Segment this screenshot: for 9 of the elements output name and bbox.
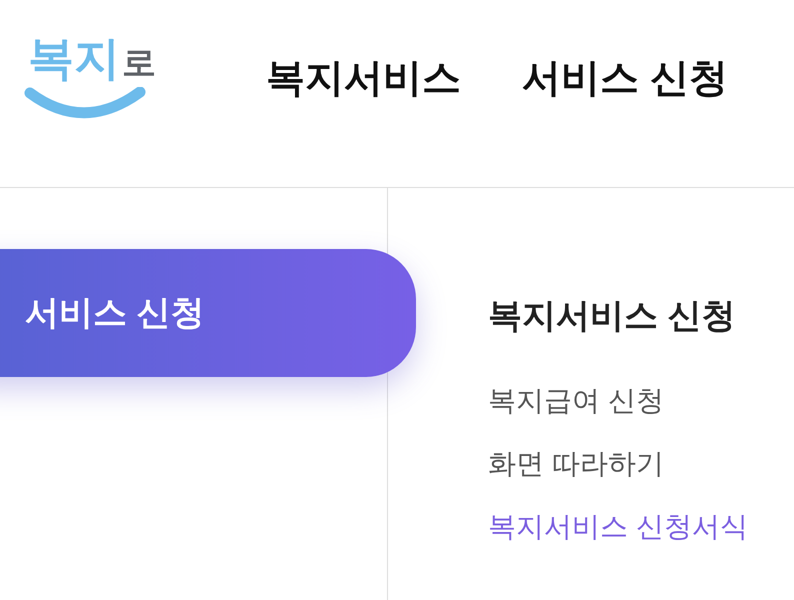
smile-curve-icon bbox=[24, 86, 146, 119]
submenu-title: 복지서비스 신청 bbox=[488, 296, 736, 337]
top-nav-link[interactable]: 서비스 신청 bbox=[522, 55, 728, 103]
home-logo-link[interactable]: 복지 로 bbox=[24, 32, 156, 119]
submenu-link[interactable]: 복지급여 신청 bbox=[488, 383, 748, 419]
top-nav-link[interactable]: 복지서비스 bbox=[266, 55, 461, 103]
submenu-link[interactable]: 화면 따라하기 bbox=[488, 446, 748, 482]
submenu-link[interactable]: 복지서비스 신청서식 bbox=[488, 509, 748, 545]
sidebar-item[interactable]: 서비스 신청 bbox=[0, 249, 416, 377]
